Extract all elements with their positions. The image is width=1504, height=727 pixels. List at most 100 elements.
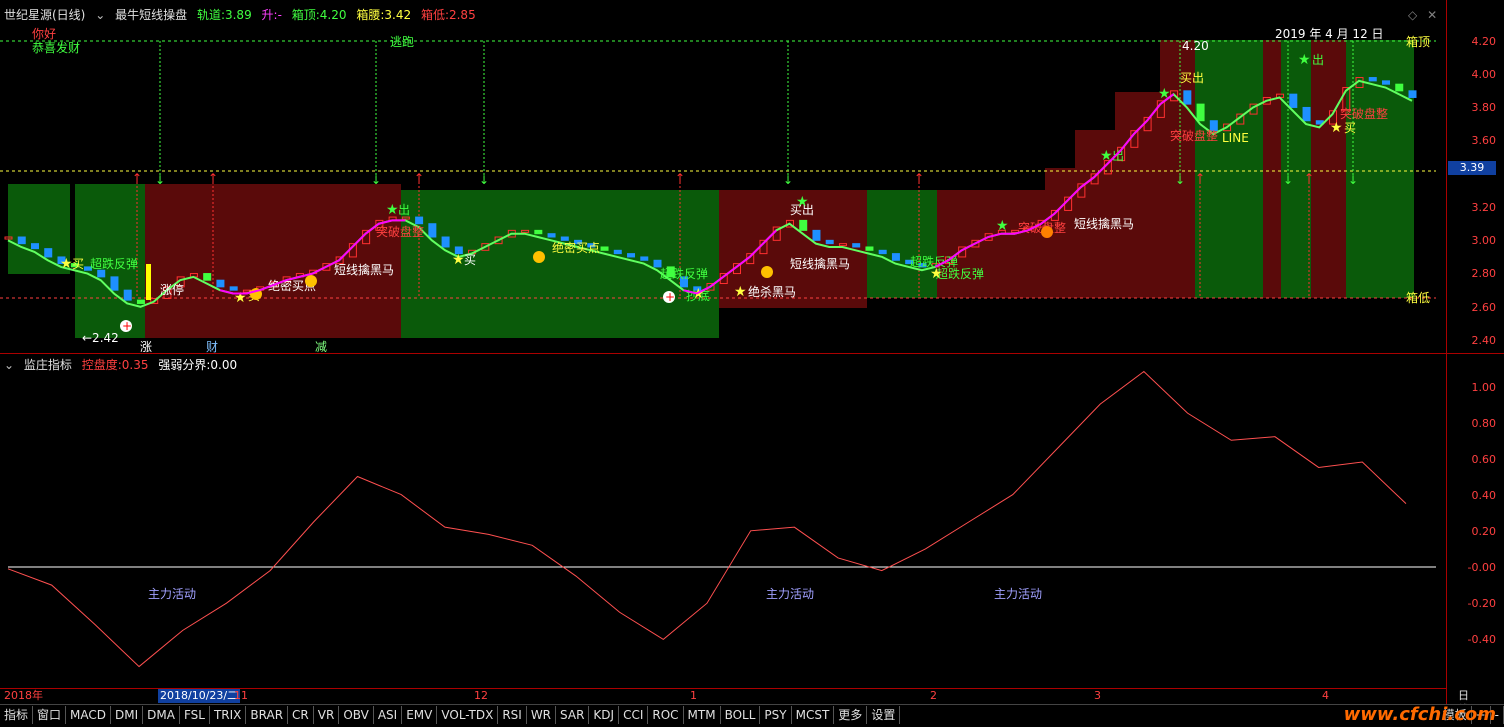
candle: [44, 248, 53, 258]
tab-7[interactable]: BRAR: [246, 706, 289, 724]
axis-label: 0.80: [1471, 417, 1497, 430]
tab-4[interactable]: DMA: [143, 706, 180, 724]
tab-0[interactable]: 指标: [0, 706, 34, 724]
buy-label: 买: [1344, 121, 1356, 135]
tab-23[interactable]: MCST: [792, 706, 835, 724]
smile-icon: [533, 251, 545, 263]
candle: [560, 236, 569, 241]
tab-25[interactable]: 设置: [867, 706, 901, 724]
candle: [123, 289, 132, 301]
line-tag: LINE: [1222, 131, 1249, 145]
arrow-down-icon: ↓: [783, 173, 793, 187]
arrow-up-icon: ↑: [208, 171, 218, 185]
star-icon: ★: [234, 290, 247, 306]
tab-2[interactable]: MACD: [66, 706, 112, 724]
green-zone: [867, 190, 937, 298]
green-zone: [1195, 40, 1263, 298]
sell-label: 出: [1112, 149, 1124, 163]
candle: [812, 229, 821, 241]
tab-10[interactable]: OBV: [339, 706, 374, 724]
time-label: 2018/10/23/二: [158, 689, 241, 703]
tab-15[interactable]: WR: [527, 706, 557, 724]
current-price-flag: 3.39: [1448, 161, 1496, 175]
cai-label: 财: [206, 340, 218, 353]
candle: [216, 279, 225, 288]
tab-13[interactable]: VOL-TDX: [437, 706, 499, 724]
red-zone: [1115, 92, 1160, 298]
time-label: 3: [1094, 689, 1101, 702]
tab-21[interactable]: BOLL: [721, 706, 761, 724]
tab-17[interactable]: KDJ: [589, 706, 620, 724]
plus-icon: +: [122, 319, 132, 333]
arrow-up-icon: ↑: [132, 171, 142, 185]
candle: [428, 223, 437, 238]
candle: [1408, 90, 1417, 98]
tab-3[interactable]: DMI: [111, 706, 144, 724]
tab-8[interactable]: CR: [288, 706, 314, 724]
candle: [534, 229, 543, 235]
axis-label: 0.20: [1471, 525, 1497, 538]
star-icon: ★: [60, 256, 73, 272]
limit-up-bar: [146, 264, 151, 300]
axis-label: -0.40: [1467, 633, 1496, 646]
axis-label: 2.60: [1471, 301, 1497, 314]
candle: [613, 249, 622, 255]
red-zone: [937, 190, 1045, 298]
arrow-down-icon: ↓: [1175, 173, 1185, 187]
red-zone: [1263, 40, 1281, 298]
axis-label: 2.40: [1471, 334, 1497, 347]
breakout-label: 突破盘整: [1170, 128, 1218, 143]
main-force-label: 主力活动: [766, 587, 814, 601]
tab-20[interactable]: MTM: [684, 706, 721, 724]
time-axis: 2018年 2018/10/23/二 11 12 1 2 3 4 日线: [0, 688, 1469, 716]
axis-label: -0.00: [1467, 561, 1496, 574]
dark-horse-label: 短线擒黑马: [334, 262, 394, 277]
tab-14[interactable]: RSI: [498, 706, 527, 724]
candle: [627, 253, 636, 258]
axis-label: 3.60: [1471, 134, 1497, 147]
candle: [1196, 103, 1205, 122]
tab-24[interactable]: 更多: [834, 706, 868, 724]
tab-9[interactable]: VR: [314, 706, 340, 724]
tab-19[interactable]: ROC: [648, 706, 684, 724]
tab-16[interactable]: SAR: [556, 706, 590, 724]
sell-label: 出: [1312, 53, 1324, 67]
arrow-down-icon: ↓: [1283, 173, 1293, 187]
time-label: 2: [930, 689, 937, 702]
candle: [653, 259, 662, 268]
main-kline-chart[interactable]: ↑ ↑ ↑ ↑ ↑ ↑ ↑ ↓ ↓ ↓ ↓ ↓ ↓ ↓ 你好 恭喜发财 逃跑 2019 年 4 月 12 …: [0, 0, 1446, 353]
tab-1[interactable]: 窗口: [33, 706, 67, 724]
tab-11[interactable]: ASI: [374, 706, 403, 724]
star-icon: ★: [734, 284, 747, 300]
green-zone: [1281, 40, 1311, 298]
candle: [203, 273, 212, 281]
axis-label: 3.20: [1471, 201, 1497, 214]
axis-label: 2.80: [1471, 267, 1497, 280]
high-mark: 4.20: [1182, 39, 1209, 53]
candle: [110, 276, 119, 291]
tab-6[interactable]: TRIX: [210, 706, 247, 724]
candle: [825, 239, 834, 245]
time-label: 2018年: [4, 689, 43, 702]
buy-sell-label: 买出: [1180, 71, 1204, 85]
kill-dark-horse-label: 绝杀黑马: [748, 284, 796, 299]
time-label: 12: [474, 689, 488, 702]
watermark: www.cfchi.com: [1343, 704, 1496, 725]
candle: [1289, 93, 1298, 108]
tab-5[interactable]: FSL: [180, 706, 210, 724]
control-series-line: [7, 370, 1407, 668]
escape-label: 逃跑: [390, 35, 414, 49]
star-icon: ★: [1298, 52, 1311, 68]
greeting1: 你好: [32, 27, 56, 41]
tab-12[interactable]: EMV: [402, 706, 438, 724]
time-label: 1: [690, 689, 697, 702]
breakout-label: 突破盘整: [1340, 106, 1388, 121]
axis-label: 0.60: [1471, 453, 1497, 466]
sub-indicator-chart[interactable]: 主力活动 主力活动 主力活动: [0, 354, 1446, 688]
tab-22[interactable]: PSY: [760, 706, 792, 724]
tab-18[interactable]: CCI: [619, 706, 649, 724]
axis-label: 4.00: [1471, 68, 1497, 81]
candle: [97, 269, 106, 278]
candle: [852, 243, 861, 248]
axis-label: 3.00: [1471, 234, 1497, 247]
